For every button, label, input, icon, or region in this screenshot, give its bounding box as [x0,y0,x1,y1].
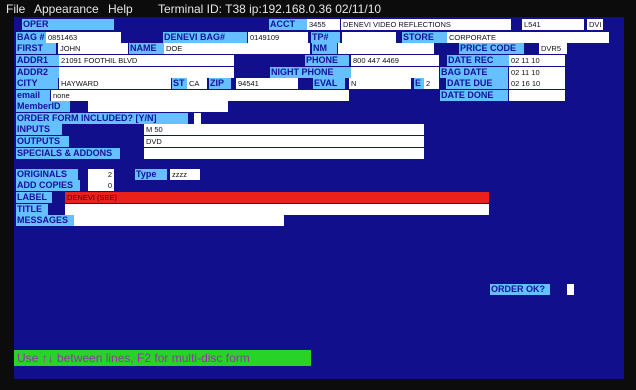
type-field[interactable]: zzzz [170,169,200,180]
store-field[interactable]: CORPORATE [447,32,609,43]
menu-help[interactable]: Help [108,0,133,18]
date-done-label: DATE DONE [440,90,508,101]
email-label: email [16,90,50,101]
nm-field[interactable] [338,43,434,54]
tp-label: TP# [311,32,340,43]
terminal-screen: OPER ACCT 3455 DENEVI VIDEO REFLECTIONS … [14,17,624,379]
title-label: TITLE [16,204,48,215]
store-label: STORE [402,32,447,43]
bag-date-field[interactable]: 02 11 10 [509,67,565,78]
add-copies-field[interactable]: 0 [88,180,114,191]
city-label: CITY [16,78,58,89]
order-ok-label: ORDER OK? [490,284,550,295]
tp-field[interactable] [342,32,396,43]
originals-label: ORIGINALS [16,169,78,180]
zip-label: ZIP [209,78,231,89]
city-field[interactable]: HAYWARD [59,78,171,89]
name-label: NAME [129,43,165,54]
bag-date-label: BAG DATE [440,67,508,78]
denevi-bag-field[interactable]: 0149109 [248,32,308,43]
order-form-field[interactable] [194,113,201,124]
phone-field[interactable]: 800 447 4469 [351,55,439,66]
bag-label: BAG # [16,32,46,43]
addr1-field[interactable]: 21091 FOOTHIL BLVD [59,55,234,66]
inputs-label: INPUTS [16,124,62,135]
acct-label: ACCT [269,19,308,30]
night-phone-field[interactable] [351,67,439,78]
addr1-label: ADDR1 [16,55,60,66]
name-field[interactable]: DOE [164,43,310,54]
first-label: FIRST [16,43,56,54]
addr2-label: ADDR2 [16,67,60,78]
outputs-field[interactable]: DVD [144,136,424,147]
nm-label: NM [312,43,337,54]
acct-code-field[interactable]: L541 [522,19,584,30]
inputs-field[interactable]: M 50 [144,124,424,135]
date-rec-field[interactable]: 02 11 10 [509,55,565,66]
company-field[interactable]: DENEVI VIDEO REFLECTIONS [341,19,511,30]
specials-field[interactable] [144,148,424,159]
date-due-field[interactable]: 02 16 10 [509,78,565,89]
type-label: Type [135,169,167,180]
acct-field[interactable]: 3455 [307,19,340,30]
specials-label: SPECIALS & ADDONS [16,148,120,159]
e-label: E [414,78,424,89]
addr2-field[interactable] [59,67,234,78]
member-id-field[interactable] [88,101,228,112]
first-field[interactable]: JOHN [58,43,128,54]
status-line: Use ↑↓ between lines, F2 for multi-disc … [14,350,311,366]
terminal-id: Terminal ID: T38 ip:192.168.0.36 02/11/1… [158,2,382,16]
messages-field[interactable] [74,215,284,226]
bag-field[interactable]: 0851463 [46,32,121,43]
date-due-label: DATE DUE [446,78,508,89]
outputs-label: OUTPUTS [16,136,69,147]
eval-label: EVAL [313,78,345,89]
date-done-field[interactable] [509,90,565,101]
price-code-field[interactable]: DVR5 [539,43,567,54]
date-rec-label: DATE REC [447,55,509,66]
label-label: LABEL [16,192,52,203]
label-field[interactable]: DENEVI (SEE) [65,192,489,203]
denevi-bag-label: DENEVI BAG# [163,32,247,43]
order-ok-field[interactable] [567,284,574,295]
originals-field[interactable]: 2 [88,169,114,180]
add-copies-label: ADD COPIES [16,180,80,191]
oper-label: OPER [22,19,114,30]
phone-label: PHONE [305,55,349,66]
eval-field[interactable]: N [349,78,411,89]
menu-file[interactable]: File [6,0,25,18]
menu-bar: File Appearance Help Terminal ID: T38 ip… [0,0,636,18]
night-phone-label: NIGHT PHONE [270,67,351,78]
st-field[interactable]: CA [187,78,207,89]
menu-appearance[interactable]: Appearance [34,0,99,18]
email-field[interactable]: none [51,90,349,101]
order-form-label: ORDER FORM INCLUDED? [Y/N] [16,113,188,124]
acct-ext-field[interactable]: DVI [587,19,603,30]
title-field[interactable] [65,204,489,215]
e-field[interactable]: 2 [424,78,439,89]
st-label: ST [172,78,188,89]
messages-label: MESSAGES [16,215,74,226]
zip-field[interactable]: 94541 [236,78,298,89]
price-code-label: PRICE CODE [459,43,524,54]
member-id-label: MemberID [16,101,70,112]
